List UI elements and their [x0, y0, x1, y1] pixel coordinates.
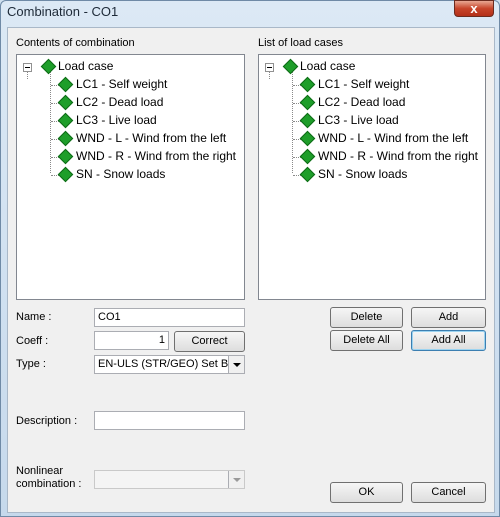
tree-item[interactable]: WND - R - Wind from the right: [259, 148, 484, 166]
delete-all-button[interactable]: Delete All: [330, 330, 403, 351]
dialog-window: Combination - CO1 x Contents of combinat…: [0, 0, 500, 517]
tree-item-label: LC2 - Dead load: [318, 95, 406, 109]
name-label: Name :: [16, 311, 52, 323]
tree-item-label: WND - L - Wind from the left: [76, 131, 227, 145]
tree-item-label: WND - R - Wind from the right: [76, 149, 237, 163]
nonlinear-label-line2: combination :: [16, 478, 82, 490]
node-icon: [57, 130, 74, 147]
tree-item[interactable]: WND - R - Wind from the right: [17, 148, 242, 166]
coeff-input[interactable]: 1: [94, 331, 169, 350]
tree-item[interactable]: LC2 - Dead load: [17, 94, 237, 112]
tree-item[interactable]: LC1 - Self weight: [259, 76, 479, 94]
tree-item-label: LC3 - Live load: [76, 113, 157, 127]
node-icon: [299, 148, 316, 165]
tree-item-label: LC1 - Self weight: [318, 77, 410, 91]
type-label: Type :: [16, 358, 46, 370]
coeff-label: Coeff :: [16, 335, 49, 347]
close-icon: x: [470, 1, 478, 16]
tree-item-label: SN - Snow loads: [318, 167, 408, 181]
tree-item[interactable]: LC2 - Dead load: [259, 94, 479, 112]
dialog-client: Contents of combination Load case LC1 - …: [7, 27, 495, 513]
chevron-down-icon: [228, 471, 244, 488]
tree-root-label: Load case: [58, 59, 114, 73]
tree-item[interactable]: SN - Snow loads: [17, 166, 237, 184]
title-bar: Combination - CO1 x: [1, 0, 499, 23]
contents-label: Contents of combination: [16, 37, 135, 49]
node-icon: [57, 94, 74, 111]
tree-item[interactable]: LC3 - Live load: [17, 112, 237, 130]
node-icon: [299, 112, 316, 129]
chevron-down-icon[interactable]: [228, 356, 244, 373]
load-cases-label: List of load cases: [258, 37, 343, 49]
node-icon: [299, 166, 316, 183]
type-select-value: EN-ULS (STR/GEO) Set B: [98, 358, 229, 370]
description-input[interactable]: [94, 411, 245, 430]
node-icon: [57, 112, 74, 129]
correct-button[interactable]: Correct: [174, 331, 245, 352]
tree-root-label: Load case: [300, 59, 356, 73]
close-button[interactable]: x: [454, 0, 494, 17]
contents-tree[interactable]: Load case LC1 - Self weight LC2 - Dead l…: [16, 54, 245, 300]
type-select[interactable]: EN-ULS (STR/GEO) Set B: [94, 355, 245, 374]
node-icon: [57, 76, 74, 93]
tree-item-label: SN - Snow loads: [76, 167, 166, 181]
node-icon: [299, 76, 316, 93]
nonlinear-label-line1: Nonlinear: [16, 465, 64, 477]
node-icon: [282, 58, 299, 75]
node-icon: [40, 58, 57, 75]
tree-item[interactable]: LC1 - Self weight: [17, 76, 237, 94]
node-icon: [299, 94, 316, 111]
add-button[interactable]: Add: [411, 307, 486, 328]
tree-item[interactable]: LC3 - Live load: [259, 112, 479, 130]
load-cases-tree[interactable]: Load case LC1 - Self weight LC2 - Dead l…: [258, 54, 486, 300]
nonlinear-select: [94, 470, 245, 489]
tree-item-label: LC2 - Dead load: [76, 95, 164, 109]
tree-item-label: WND - L - Wind from the left: [318, 131, 469, 145]
tree-item[interactable]: WND - L - Wind from the left: [17, 130, 237, 148]
node-icon: [57, 148, 74, 165]
tree-item-label: LC3 - Live load: [318, 113, 399, 127]
tree-root[interactable]: Load case: [17, 58, 237, 76]
window-title: Combination - CO1: [7, 4, 119, 19]
ok-button[interactable]: OK: [330, 482, 403, 503]
add-all-button[interactable]: Add All: [411, 330, 486, 351]
cancel-button[interactable]: Cancel: [411, 482, 486, 503]
tree-item-label: LC1 - Self weight: [76, 77, 168, 91]
tree-item[interactable]: SN - Snow loads: [259, 166, 479, 184]
delete-button[interactable]: Delete: [330, 307, 403, 328]
tree-item[interactable]: WND - L - Wind from the left: [259, 130, 479, 148]
tree-item-label: WND - R - Wind from the right: [318, 149, 479, 163]
node-icon: [299, 130, 316, 147]
name-input[interactable]: CO1: [94, 308, 245, 327]
node-icon: [57, 166, 74, 183]
description-label: Description :: [16, 415, 78, 427]
tree-root[interactable]: Load case: [259, 58, 479, 76]
